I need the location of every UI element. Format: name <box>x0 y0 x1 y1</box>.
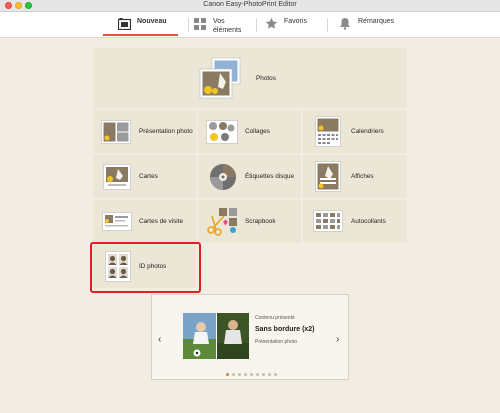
tile-presentation-label: Présentation photo <box>139 128 193 135</box>
tile-autocollants[interactable]: Autocollants <box>303 200 407 243</box>
carousel-page-dot[interactable] <box>267 373 271 376</box>
carousel-page-dot[interactable] <box>237 373 241 376</box>
carousel-page-dot[interactable] <box>255 373 259 376</box>
tile-collages-label: Collages <box>245 128 270 135</box>
tile-calendriers[interactable]: Calendriers <box>303 110 407 153</box>
tile-photos-label: Photos <box>256 75 276 82</box>
business-card-thumbnail <box>102 212 132 231</box>
tab-divider <box>188 18 189 32</box>
carousel-page-dot[interactable] <box>243 373 247 376</box>
carousel-item-title[interactable]: Sans bordure (x2) <box>255 326 315 333</box>
tile-calendriers-label: Calendriers <box>351 128 384 135</box>
carousel-page-dot[interactable] <box>225 373 229 376</box>
carousel-pagination <box>152 373 350 376</box>
cards-thumbnail <box>103 164 131 190</box>
tile-cartes[interactable]: Cartes <box>93 155 196 198</box>
tile-presentation-photo[interactable]: Présentation photo <box>93 110 196 153</box>
tile-cartes-label: Cartes <box>139 173 158 180</box>
stickers-thumbnail <box>313 210 343 232</box>
tile-etiquettes-label: Étiquettes disque <box>245 173 295 180</box>
tab-vos-elements-label: Vos éléments <box>213 18 242 34</box>
carousel-page-dot[interactable] <box>249 373 253 376</box>
tab-remarques[interactable]: Remarques <box>339 12 394 38</box>
id-photos-highlight-frame <box>90 242 201 293</box>
tab-favoris-label: Favoris <box>284 18 307 25</box>
carousel-section-label: Contenu présenté <box>255 315 295 321</box>
featured-photo[interactable] <box>183 313 249 359</box>
disc-thumbnail <box>209 163 237 191</box>
tile-scrapbook[interactable]: Scrapbook <box>198 200 301 243</box>
bell-icon <box>339 17 352 30</box>
collages-thumbnail <box>206 120 238 144</box>
scrapbook-thumbnail <box>206 206 240 237</box>
carousel-prev-arrow[interactable]: ‹ <box>158 335 161 345</box>
star-icon <box>265 17 278 30</box>
tile-scrapbook-label: Scrapbook <box>245 218 276 225</box>
photos-thumbnail <box>198 56 243 100</box>
tile-photos[interactable]: Photos <box>93 48 407 108</box>
carousel-next-arrow[interactable]: › <box>336 335 339 345</box>
grid-icon <box>194 17 207 30</box>
carousel-page-dot[interactable] <box>273 373 277 376</box>
tile-cartes-de-visite[interactable]: Cartes de visite <box>93 200 196 243</box>
active-tab-indicator <box>103 34 178 36</box>
tab-nouveau-label: Nouveau <box>137 18 167 25</box>
window-titlebar: Canon Easy-PhotoPrint Editor <box>0 0 500 12</box>
tile-etiquettes-disque[interactable]: Étiquettes disque <box>198 155 301 198</box>
tile-collages[interactable]: Collages <box>198 110 301 153</box>
featured-carousel: ‹ Contenu présenté Sans bordure (x2) Pré… <box>151 294 349 380</box>
calendar-thumbnail <box>315 116 341 147</box>
tab-remarques-label: Remarques <box>358 18 395 25</box>
tab-vos-elements[interactable]: Vos éléments <box>194 12 241 38</box>
tab-divider <box>327 18 328 32</box>
poster-thumbnail <box>315 161 341 192</box>
tab-favoris[interactable]: Favoris <box>265 12 307 38</box>
window-title: Canon Easy-PhotoPrint Editor <box>203 1 297 8</box>
presentation-thumbnail <box>101 120 131 144</box>
carousel-page-dot[interactable] <box>261 373 265 376</box>
new-doc-icon <box>117 17 132 31</box>
carousel-item-subtitle: Présentation photo <box>255 339 297 345</box>
top-navigation: Nouveau Vos éléments Favoris Remarques <box>0 12 500 38</box>
tile-affiches-label: Affiches <box>351 173 374 180</box>
tile-affiches[interactable]: Affiches <box>303 155 407 198</box>
tile-autocollants-label: Autocollants <box>351 218 386 225</box>
tile-cartes-visite-label: Cartes de visite <box>139 218 184 225</box>
carousel-page-dot[interactable] <box>231 373 235 376</box>
tab-divider <box>256 18 257 32</box>
